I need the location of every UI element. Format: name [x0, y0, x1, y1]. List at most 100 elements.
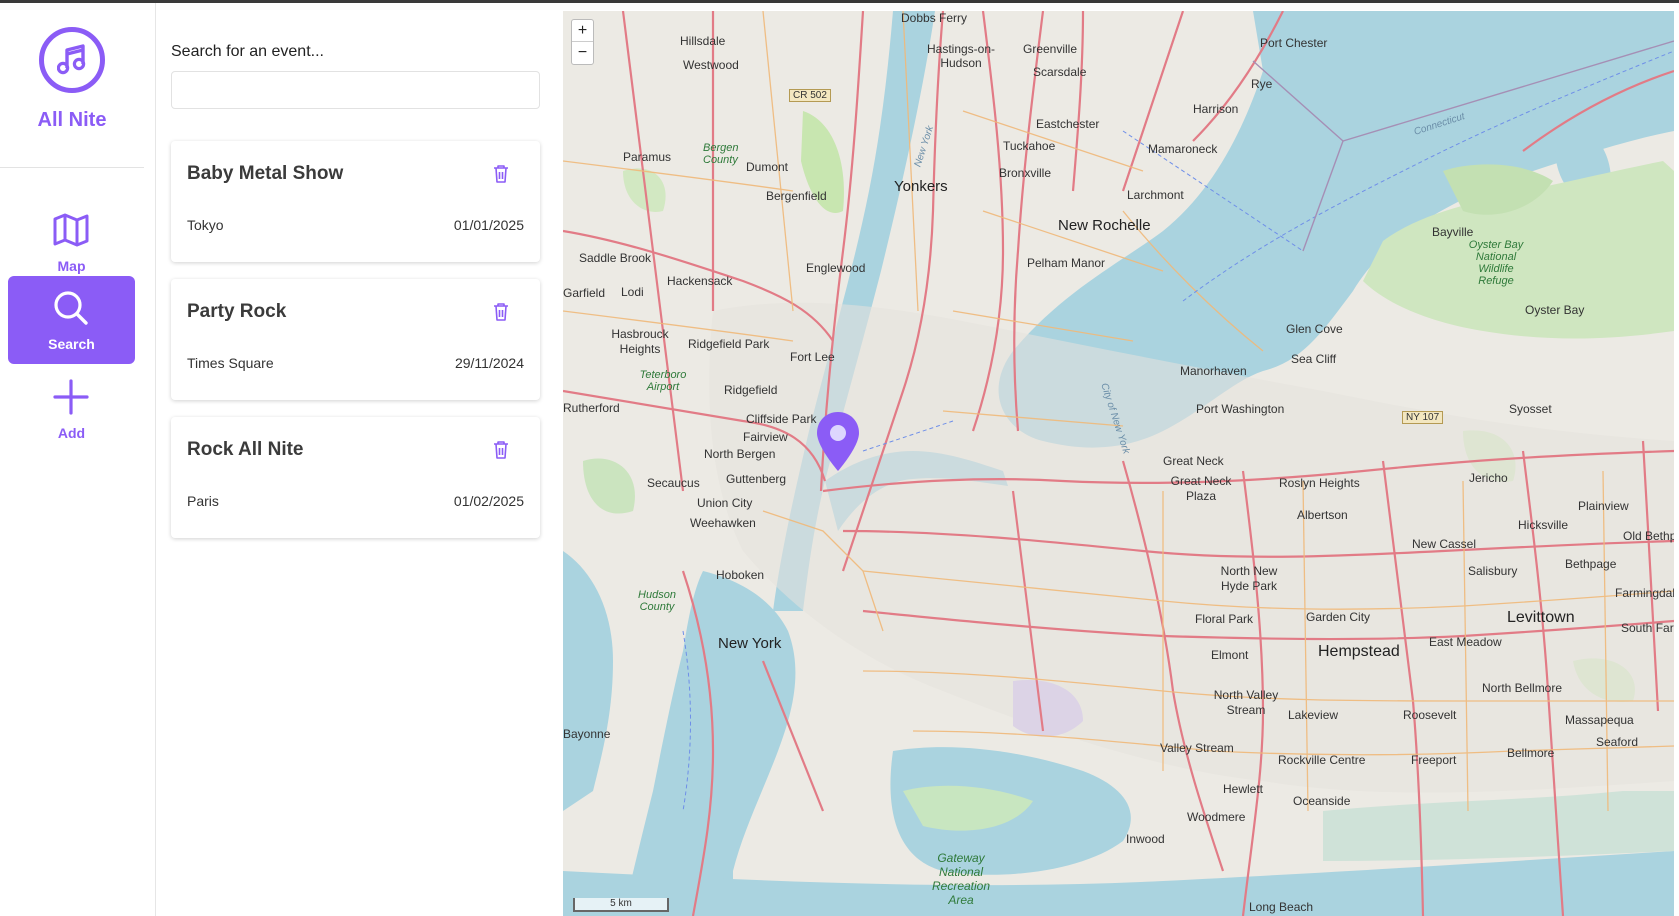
map-label: Scarsdale — [1033, 65, 1087, 79]
nav-search-label: Search — [48, 336, 95, 352]
route-shield: CR 502 — [789, 89, 831, 102]
map-label: Roosevelt — [1403, 708, 1457, 722]
map-label: North Bergen — [704, 447, 776, 461]
plus-icon — [53, 379, 89, 415]
event-date: 29/11/2024 — [454, 355, 524, 371]
map-scale: 5 km — [573, 898, 669, 912]
map-label: Roslyn Heights — [1279, 476, 1360, 490]
map-label: Seaford — [1596, 735, 1639, 749]
map-label: Inwood — [1126, 832, 1165, 846]
events-panel: Search for an event... Baby Metal Show T… — [157, 3, 563, 916]
map-label: Old Bethpage — [1623, 529, 1674, 543]
event-card[interactable]: Baby Metal Show Tokyo 01/01/2025 — [171, 141, 540, 262]
trash-icon[interactable] — [492, 164, 510, 184]
nav-add-label: Add — [57, 425, 86, 441]
map-label: Bronxville — [999, 166, 1052, 180]
zoom-out-button[interactable]: − — [572, 42, 593, 64]
event-location: Times Square — [187, 355, 274, 371]
map-label: Sea Cliff — [1291, 352, 1337, 366]
event-title: Rock All Nite — [187, 439, 304, 460]
map-label: East Meadow — [1429, 635, 1502, 649]
map-label: Englewood — [806, 261, 866, 275]
event-location: Tokyo — [187, 217, 224, 233]
map-label: Oyster Bay National Wildlife Refuge — [1468, 239, 1524, 287]
nav-add[interactable]: Add — [8, 365, 135, 453]
map-label: Farmingdale — [1615, 586, 1674, 600]
map-label: Freeport — [1411, 753, 1457, 767]
map-label: Mamaroneck — [1148, 142, 1218, 156]
nav-search[interactable]: Search — [8, 276, 135, 364]
map-label: Rockville Centre — [1278, 753, 1366, 767]
map-label: Bergenfield — [766, 189, 827, 203]
map-label: South Farming — [1621, 621, 1674, 635]
map-label: Bayonne — [563, 727, 611, 741]
nav-map[interactable]: Map — [8, 198, 135, 286]
map-label: Jericho — [1469, 471, 1508, 485]
map-label: Massapequa — [1565, 713, 1634, 727]
map-label: Hempstead — [1318, 643, 1400, 660]
map-label: Fairview — [743, 430, 788, 444]
map-label: Lodi — [621, 285, 644, 299]
trash-icon[interactable] — [492, 440, 510, 460]
map-icon — [53, 213, 89, 247]
map-label: Hudson County — [638, 589, 676, 613]
map-label: Weehawken — [690, 516, 756, 530]
map-label: Garfield — [563, 286, 606, 300]
zoom-in-button[interactable]: + — [572, 20, 593, 42]
event-title: Party Rock — [187, 301, 287, 322]
map-label: Teterboro Airport — [639, 369, 687, 393]
map-label: Ridgefield — [724, 383, 778, 397]
trash-icon[interactable] — [492, 302, 510, 322]
map-label: Port Washington — [1196, 402, 1285, 416]
map-label: Rutherford — [563, 401, 620, 415]
map-label: Westwood — [683, 58, 739, 72]
map-label: Plainview — [1578, 499, 1629, 513]
map-label: Ridgefield Park — [688, 337, 770, 351]
map-label: Bethpage — [1565, 557, 1617, 571]
map-label: Greenville — [1023, 42, 1078, 56]
map-label: Cliffside Park — [746, 412, 817, 426]
event-title: Baby Metal Show — [187, 163, 344, 184]
map-label: Fort Lee — [790, 350, 835, 364]
map-label: New Cassel — [1412, 537, 1477, 551]
map-label: Syosset — [1509, 402, 1552, 416]
search-input[interactable] — [171, 71, 540, 109]
map-label: Port Chester — [1260, 36, 1328, 50]
event-card[interactable]: Party Rock Times Square 29/11/2024 — [171, 279, 540, 400]
map-label: Hasbrouck Heights — [611, 327, 669, 356]
event-card[interactable]: Rock All Nite Paris 01/02/2025 — [171, 417, 540, 538]
map-label: Hackensack — [667, 274, 733, 288]
map-label: Bergen County — [703, 142, 739, 166]
event-date: 01/02/2025 — [453, 493, 524, 509]
map-pin-icon[interactable] — [815, 411, 861, 473]
map-label: Glen Cove — [1286, 322, 1343, 336]
map-label: Salisbury — [1468, 564, 1518, 578]
map-label: Floral Park — [1195, 612, 1254, 626]
event-date: 01/01/2025 — [453, 217, 524, 233]
map-label: Bellmore — [1507, 746, 1555, 760]
map-label: North Bellmore — [1482, 681, 1563, 695]
map-label: Great Neck Plaza — [1170, 474, 1232, 503]
map-label: New Rochelle — [1058, 217, 1151, 234]
map-label: North Valley Stream — [1213, 688, 1279, 717]
map-label: Tuckahoe — [1003, 139, 1056, 153]
event-location: Paris — [187, 493, 219, 509]
map-label: Oceanside — [1293, 794, 1351, 808]
map-label: Long Beach — [1249, 900, 1314, 914]
map-label: Hoboken — [716, 568, 765, 582]
map-label: Oyster Bay — [1525, 303, 1585, 317]
map-label: Harrison — [1193, 102, 1239, 116]
map-label: Eastchester — [1036, 117, 1100, 131]
zoom-control: + − — [571, 19, 594, 65]
map-label: Valley Stream — [1160, 741, 1234, 755]
map-label: Levittown — [1507, 609, 1575, 626]
map-view[interactable]: Dobbs Ferry Port Chester Hillsdale Westw… — [563, 11, 1674, 916]
map-label: North New Hyde Park — [1220, 564, 1278, 593]
map-label: Elmont — [1211, 648, 1249, 662]
map-label: Hewlett — [1223, 782, 1264, 796]
map-label: Bayville — [1432, 225, 1474, 239]
map-label: Larchmont — [1127, 188, 1184, 202]
map-label: Hicksville — [1518, 518, 1569, 532]
map-label: Garden City — [1306, 610, 1371, 624]
map-label: Hastings-on-Hudson — [926, 42, 996, 70]
